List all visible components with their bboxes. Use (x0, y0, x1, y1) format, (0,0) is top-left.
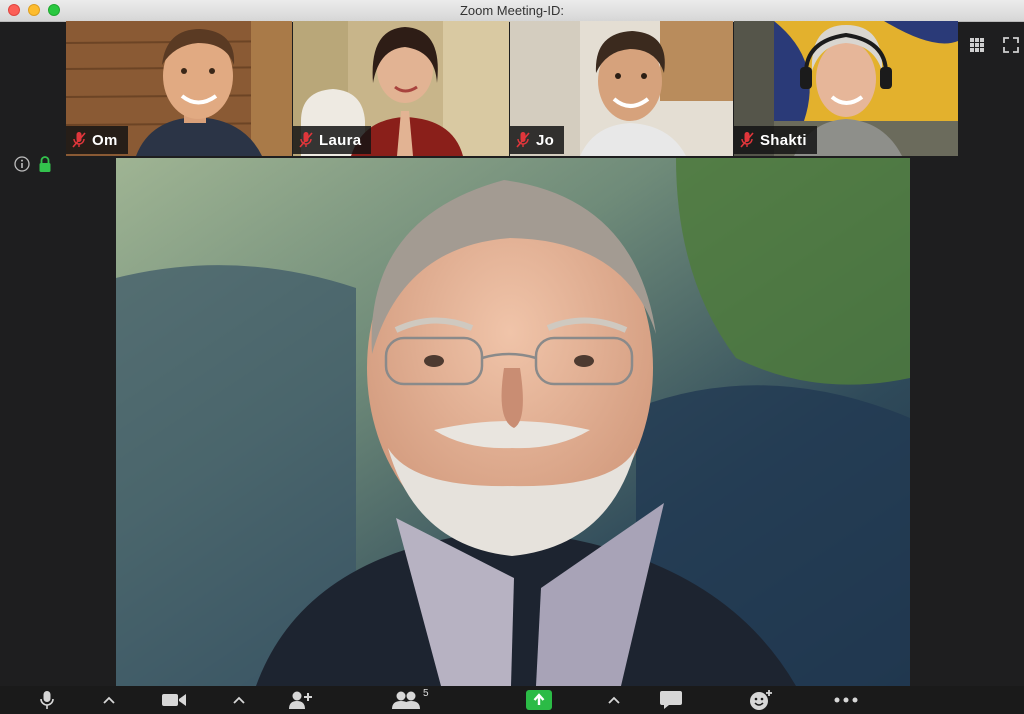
fullscreen-icon[interactable] (1002, 36, 1020, 54)
share-screen-button[interactable] (526, 689, 552, 711)
muted-mic-icon (72, 132, 86, 148)
chevron-up-icon (233, 696, 245, 704)
meeting-toolbar: 5 (0, 686, 1024, 714)
participant-tile[interactable]: Jo (510, 21, 733, 156)
participant-name-tag: Om (66, 126, 128, 154)
start-video-button[interactable] (160, 689, 188, 711)
gallery-view-icon[interactable] (968, 36, 986, 54)
video-options-button[interactable] (230, 689, 248, 711)
chat-button[interactable] (658, 689, 684, 711)
reactions-button[interactable] (748, 689, 774, 711)
chat-bubble-icon (660, 691, 682, 709)
video-camera-icon (162, 694, 186, 706)
muted-mic-icon (516, 132, 530, 148)
smiley-icon (750, 690, 772, 710)
microphone-icon (40, 691, 54, 709)
participant-count: 5 (423, 688, 429, 699)
muted-mic-icon (740, 132, 754, 148)
participant-tile[interactable]: Shakti (734, 21, 958, 156)
add-user-icon (289, 691, 312, 709)
participant-name: Jo (536, 131, 555, 149)
share-screen-icon (526, 690, 552, 710)
participant-name: Shakti (760, 131, 807, 149)
participant-name: Om (92, 131, 118, 149)
participants-icon (392, 691, 420, 709)
active-speaker-video (116, 158, 910, 686)
meeting-info-icon[interactable] (14, 156, 30, 172)
chevron-up-icon (103, 696, 115, 704)
share-options-button[interactable] (605, 689, 623, 711)
mute-button[interactable] (36, 689, 58, 711)
manage-participants-button[interactable] (390, 689, 422, 711)
muted-mic-icon (299, 132, 313, 148)
more-options-button[interactable] (832, 689, 860, 711)
participant-tile[interactable]: Om (66, 21, 292, 156)
encryption-lock-icon[interactable] (38, 155, 52, 173)
chevron-up-icon (608, 696, 620, 704)
window-title: Zoom Meeting-ID: (459, 3, 565, 18)
participant-name-tag: Jo (510, 126, 565, 154)
more-dots-icon (834, 697, 858, 703)
audio-options-button[interactable] (100, 689, 118, 711)
participant-name-tag: Shakti (734, 126, 817, 154)
participant-name-tag: Laura (293, 126, 372, 154)
speaker-video-frame (116, 158, 910, 686)
participant-name: Laura (319, 131, 362, 149)
participant-tile[interactable]: Laura (293, 21, 509, 156)
participant-thumbnail-strip: Om Laura Jo Shakti (66, 21, 958, 156)
invite-button[interactable] (287, 689, 313, 711)
window-titlebar: Zoom Meeting-ID: (0, 0, 1024, 22)
